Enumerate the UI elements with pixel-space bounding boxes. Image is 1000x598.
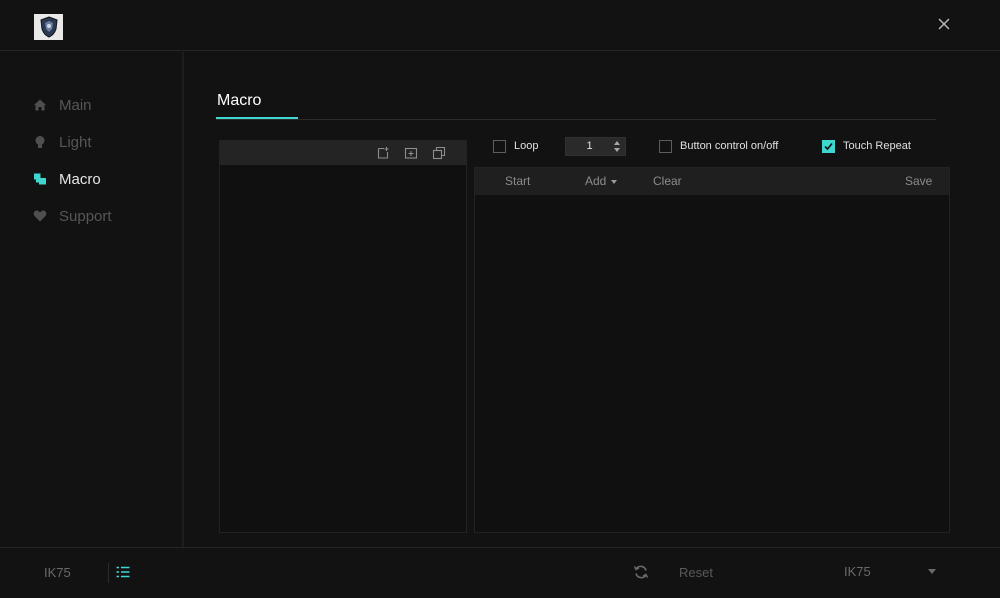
device-name: IK75: [44, 565, 71, 580]
title-underline: [216, 117, 298, 119]
sidebar-item-label: Support: [59, 207, 112, 225]
macro-editor-toolbar: Start Add Clear Save: [475, 168, 949, 195]
sidebar-item-light[interactable]: Light: [33, 131, 92, 153]
chevron-down-icon: [928, 569, 936, 574]
list-icon[interactable]: [115, 564, 131, 580]
chevron-down-icon: [611, 179, 618, 184]
import-folder-icon[interactable]: [404, 146, 418, 160]
button-control-label: Button control on/off: [680, 140, 779, 152]
page-title: Macro: [217, 92, 262, 109]
add-button-label: Add: [585, 174, 607, 188]
title-bar: [0, 0, 1000, 51]
stepper-down-icon[interactable]: [614, 148, 620, 152]
loop-label: Loop: [514, 140, 539, 152]
stepper-up-icon[interactable]: [614, 141, 620, 145]
button-control-checkbox[interactable]: Button control on/off: [659, 138, 778, 154]
touch-repeat-checkbox[interactable]: Touch Repeat: [822, 138, 911, 154]
macro-editor-panel[interactable]: Start Add Clear Save: [474, 167, 950, 533]
sidebar-item-macro[interactable]: Macro: [33, 168, 101, 190]
sidebar-item-support[interactable]: Support: [33, 205, 112, 227]
home-icon: [33, 98, 47, 112]
save-button[interactable]: Save: [905, 168, 932, 195]
reset-button[interactable]: Reset: [679, 565, 713, 580]
touch-repeat-checkbox-box[interactable]: [822, 139, 835, 153]
stepper-arrows: [613, 138, 623, 155]
new-file-icon[interactable]: [376, 146, 390, 160]
clear-button[interactable]: Clear: [653, 168, 682, 195]
loop-count-value[interactable]: 1: [566, 138, 613, 155]
title-divider: [216, 119, 936, 120]
macro-list-toolbar: [220, 141, 466, 165]
bulb-icon: [33, 135, 47, 149]
macro-icon: [33, 172, 47, 186]
button-control-checkbox-box[interactable]: [659, 139, 672, 153]
copy-icon[interactable]: [432, 146, 446, 160]
touch-repeat-label: Touch Repeat: [843, 140, 911, 152]
footer-divider: [108, 563, 109, 583]
sidebar-item-label: Light: [59, 133, 92, 151]
sidebar-item-label: Macro: [59, 170, 101, 188]
sidebar: Main Light Macro Support: [0, 52, 184, 547]
heart-icon: [33, 209, 47, 223]
refresh-icon[interactable]: [633, 564, 649, 580]
profile-select[interactable]: IK75: [836, 560, 940, 584]
macro-list-panel[interactable]: [219, 140, 467, 533]
loop-checkbox[interactable]: Loop: [493, 138, 538, 154]
loop-count-stepper[interactable]: 1: [565, 137, 626, 156]
start-button[interactable]: Start: [505, 168, 530, 195]
profile-select-value: IK75: [844, 564, 871, 579]
footer-bar: IK75 Reset IK75: [0, 547, 1000, 598]
add-button[interactable]: Add: [585, 168, 618, 195]
loop-checkbox-box[interactable]: [493, 139, 506, 153]
sidebar-item-label: Main: [59, 96, 92, 114]
close-icon[interactable]: [934, 14, 954, 34]
checkmark-icon: [824, 142, 833, 150]
sidebar-item-main[interactable]: Main: [33, 94, 92, 116]
shield-logo-icon: [34, 14, 63, 40]
